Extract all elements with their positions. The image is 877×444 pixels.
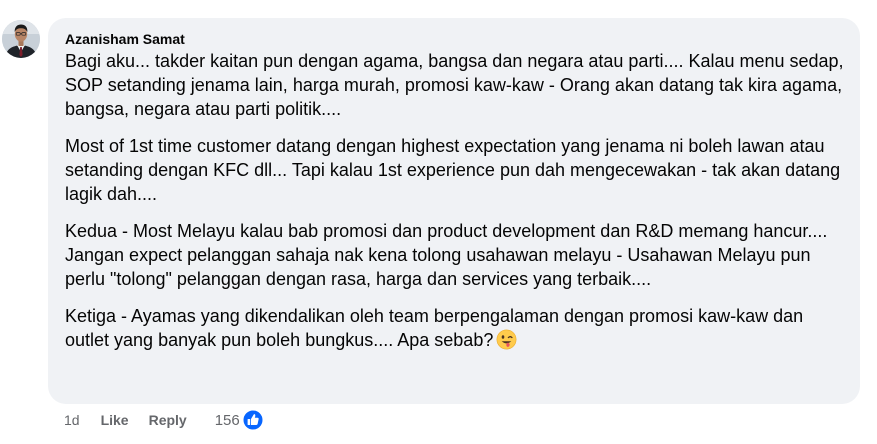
comment-paragraph: Kedua - Most Melayu kalau bab promosi da… [65,221,828,289]
like-button[interactable]: Like [101,412,129,428]
comment-paragraph: Bagi aku... takder kaitan pun dengan aga… [65,51,844,119]
reaction-count: 156 [214,411,240,429]
comment-paragraph-text: Ketiga - Ayamas yang dikendalikan oleh t… [65,306,804,350]
comment-author[interactable]: Azanisham Samat [65,30,844,48]
avatar[interactable] [2,20,40,58]
comment-timestamp[interactable]: 1d [64,412,80,428]
comment-actions: 1d Like Reply 156 [64,406,264,434]
comment-body: Bagi aku... takder kaitan pun dengan aga… [65,49,844,352]
comment-paragraph: Most of 1st time customer datang dengan … [65,136,841,204]
like-icon [241,409,264,431]
comment-bubble: Azanisham Samat Bagi aku... takder kaita… [48,18,860,404]
winking-face-with-tongue-emoji [496,329,517,350]
comment-paragraph-last: Ketiga - Ayamas yang dikendalikan oleh t… [65,304,844,352]
reply-button[interactable]: Reply [149,412,187,428]
avatar-image [2,20,40,58]
reactions-summary[interactable]: 156 [215,409,264,431]
comment: Azanisham Samat Bagi aku... takder kaita… [0,0,877,444]
